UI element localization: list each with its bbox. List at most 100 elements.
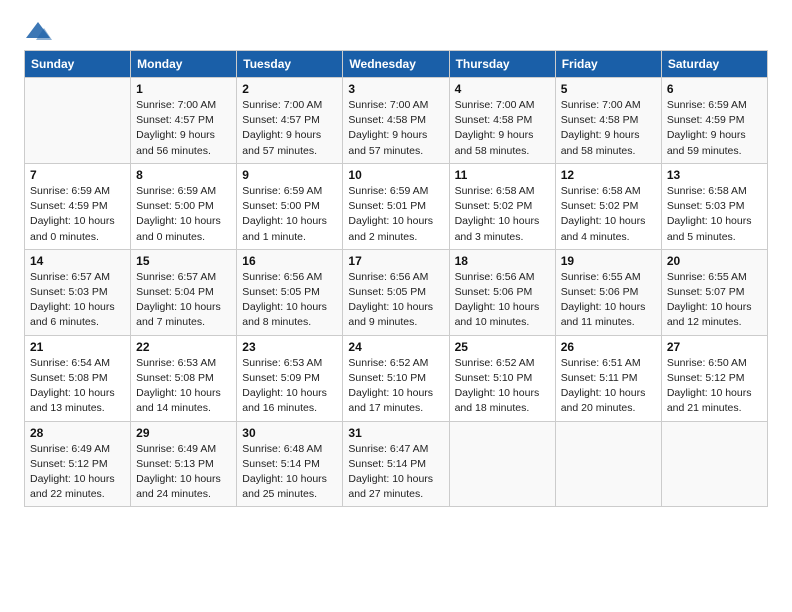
day-info: Sunrise: 6:58 AMSunset: 5:03 PMDaylight:… (667, 184, 762, 245)
logo (24, 20, 56, 42)
calendar-cell: 16Sunrise: 6:56 AMSunset: 5:05 PMDayligh… (237, 249, 343, 335)
day-number: 26 (561, 340, 656, 354)
day-number: 2 (242, 82, 337, 96)
calendar-cell (661, 421, 767, 507)
day-info: Sunrise: 6:50 AMSunset: 5:12 PMDaylight:… (667, 356, 762, 417)
day-info: Sunrise: 6:53 AMSunset: 5:09 PMDaylight:… (242, 356, 337, 417)
calendar-cell: 27 Sunrise: 6:50 AMSunset: 5:12 PMDayligh… (661, 335, 767, 421)
logo-icon (24, 20, 52, 42)
calendar-cell: 25 Sunrise: 6:52 AMSunset: 5:10 PMDayligh… (449, 335, 555, 421)
day-info: Sunrise: 6:47 AMSunset: 5:14 PMDaylight:… (348, 442, 443, 503)
calendar-cell: 19 Sunrise: 6:55 AMSunset: 5:06 PMDayligh… (555, 249, 661, 335)
column-header-thursday: Thursday (449, 51, 555, 78)
calendar-cell: 11Sunrise: 6:58 AMSunset: 5:02 PMDayligh… (449, 163, 555, 249)
calendar-cell: 14 Sunrise: 6:57 AMSunset: 5:03 PMDayligh… (25, 249, 131, 335)
calendar-cell: 17 Sunrise: 6:56 AMSunset: 5:05 PMDayligh… (343, 249, 449, 335)
day-info: Sunrise: 6:48 AMSunset: 5:14 PMDaylight:… (242, 442, 337, 503)
day-number: 13 (667, 168, 762, 182)
day-info: Sunrise: 6:58 AMSunset: 5:02 PMDaylight:… (561, 184, 656, 245)
day-number: 19 (561, 254, 656, 268)
day-info: Sunrise: 6:56 AMSunset: 5:06 PMDaylight:… (455, 270, 550, 331)
calendar-cell: 5Sunrise: 7:00 AMSunset: 4:58 PMDaylight… (555, 78, 661, 164)
calendar-cell: 15 Sunrise: 6:57 AMSunset: 5:04 PMDayligh… (131, 249, 237, 335)
day-number: 15 (136, 254, 231, 268)
column-header-wednesday: Wednesday (343, 51, 449, 78)
day-number: 1 (136, 82, 231, 96)
day-info: Sunrise: 7:00 AMSunset: 4:57 PMDaylight:… (136, 98, 231, 159)
day-number: 20 (667, 254, 762, 268)
calendar-cell: 9 Sunrise: 6:59 AMSunset: 5:00 PMDaylight… (237, 163, 343, 249)
day-info: Sunrise: 6:51 AMSunset: 5:11 PMDaylight:… (561, 356, 656, 417)
day-number: 31 (348, 426, 443, 440)
calendar-cell: 23 Sunrise: 6:53 AMSunset: 5:09 PMDayligh… (237, 335, 343, 421)
day-info: Sunrise: 7:00 AMSunset: 4:58 PMDaylight:… (348, 98, 443, 159)
calendar-cell (25, 78, 131, 164)
day-info: Sunrise: 6:59 AMSunset: 5:00 PMDaylight:… (242, 184, 337, 245)
calendar-week-3: 14 Sunrise: 6:57 AMSunset: 5:03 PMDayligh… (25, 249, 768, 335)
day-number: 30 (242, 426, 337, 440)
day-info: Sunrise: 6:55 AMSunset: 5:07 PMDaylight:… (667, 270, 762, 331)
calendar-week-2: 7Sunrise: 6:59 AMSunset: 4:59 PMDaylight… (25, 163, 768, 249)
day-number: 8 (136, 168, 231, 182)
day-info: Sunrise: 6:57 AMSunset: 5:04 PMDaylight:… (136, 270, 231, 331)
day-number: 3 (348, 82, 443, 96)
day-number: 21 (30, 340, 125, 354)
day-number: 12 (561, 168, 656, 182)
day-number: 29 (136, 426, 231, 440)
day-number: 24 (348, 340, 443, 354)
calendar-cell: 29 Sunrise: 6:49 AMSunset: 5:13 PMDayligh… (131, 421, 237, 507)
calendar-cell: 30 Sunrise: 6:48 AMSunset: 5:14 PMDayligh… (237, 421, 343, 507)
day-info: Sunrise: 6:57 AMSunset: 5:03 PMDaylight:… (30, 270, 125, 331)
calendar-cell (449, 421, 555, 507)
column-header-tuesday: Tuesday (237, 51, 343, 78)
calendar-cell: 6Sunrise: 6:59 AMSunset: 4:59 PMDaylight… (661, 78, 767, 164)
day-number: 9 (242, 168, 337, 182)
calendar-cell: 20 Sunrise: 6:55 AMSunset: 5:07 PMDayligh… (661, 249, 767, 335)
day-number: 25 (455, 340, 550, 354)
day-number: 10 (348, 168, 443, 182)
calendar-cell: 28 Sunrise: 6:49 AMSunset: 5:12 PMDayligh… (25, 421, 131, 507)
calendar-cell: 21Sunrise: 6:54 AMSunset: 5:08 PMDayligh… (25, 335, 131, 421)
day-number: 22 (136, 340, 231, 354)
calendar-cell: 13 Sunrise: 6:58 AMSunset: 5:03 PMDayligh… (661, 163, 767, 249)
column-header-monday: Monday (131, 51, 237, 78)
day-info: Sunrise: 6:52 AMSunset: 5:10 PMDaylight:… (455, 356, 550, 417)
day-info: Sunrise: 6:49 AMSunset: 5:13 PMDaylight:… (136, 442, 231, 503)
calendar-cell: 18 Sunrise: 6:56 AMSunset: 5:06 PMDayligh… (449, 249, 555, 335)
calendar-cell: 22Sunrise: 6:53 AMSunset: 5:08 PMDayligh… (131, 335, 237, 421)
calendar-cell: 12 Sunrise: 6:58 AMSunset: 5:02 PMDayligh… (555, 163, 661, 249)
calendar-table: SundayMondayTuesdayWednesdayThursdayFrid… (24, 50, 768, 507)
calendar-cell: 7Sunrise: 6:59 AMSunset: 4:59 PMDaylight… (25, 163, 131, 249)
calendar-week-1: 1 Sunrise: 7:00 AMSunset: 4:57 PMDaylight… (25, 78, 768, 164)
calendar-cell: 31 Sunrise: 6:47 AMSunset: 5:14 PMDayligh… (343, 421, 449, 507)
calendar-cell: 10Sunrise: 6:59 AMSunset: 5:01 PMDayligh… (343, 163, 449, 249)
calendar-cell (555, 421, 661, 507)
calendar-cell: 2 Sunrise: 7:00 AMSunset: 4:57 PMDaylight… (237, 78, 343, 164)
day-number: 27 (667, 340, 762, 354)
day-number: 4 (455, 82, 550, 96)
day-info: Sunrise: 6:55 AMSunset: 5:06 PMDaylight:… (561, 270, 656, 331)
calendar-cell: 3 Sunrise: 7:00 AMSunset: 4:58 PMDaylight… (343, 78, 449, 164)
day-number: 11 (455, 168, 550, 182)
day-info: Sunrise: 6:59 AMSunset: 5:00 PMDaylight:… (136, 184, 231, 245)
day-number: 16 (242, 254, 337, 268)
calendar-cell: 4Sunrise: 7:00 AMSunset: 4:58 PMDaylight… (449, 78, 555, 164)
calendar-header-row: SundayMondayTuesdayWednesdayThursdayFrid… (25, 51, 768, 78)
calendar-cell: 8 Sunrise: 6:59 AMSunset: 5:00 PMDaylight… (131, 163, 237, 249)
day-info: Sunrise: 6:52 AMSunset: 5:10 PMDaylight:… (348, 356, 443, 417)
day-info: Sunrise: 6:59 AMSunset: 4:59 PMDaylight:… (667, 98, 762, 159)
day-info: Sunrise: 6:49 AMSunset: 5:12 PMDaylight:… (30, 442, 125, 503)
day-number: 17 (348, 254, 443, 268)
page-header (24, 20, 768, 42)
day-number: 23 (242, 340, 337, 354)
day-number: 14 (30, 254, 125, 268)
day-number: 18 (455, 254, 550, 268)
day-number: 28 (30, 426, 125, 440)
day-number: 5 (561, 82, 656, 96)
calendar-week-5: 28 Sunrise: 6:49 AMSunset: 5:12 PMDayligh… (25, 421, 768, 507)
calendar-cell: 26 Sunrise: 6:51 AMSunset: 5:11 PMDayligh… (555, 335, 661, 421)
calendar-cell: 24 Sunrise: 6:52 AMSunset: 5:10 PMDayligh… (343, 335, 449, 421)
day-number: 7 (30, 168, 125, 182)
day-info: Sunrise: 6:56 AMSunset: 5:05 PMDaylight:… (348, 270, 443, 331)
day-info: Sunrise: 7:00 AMSunset: 4:57 PMDaylight:… (242, 98, 337, 159)
